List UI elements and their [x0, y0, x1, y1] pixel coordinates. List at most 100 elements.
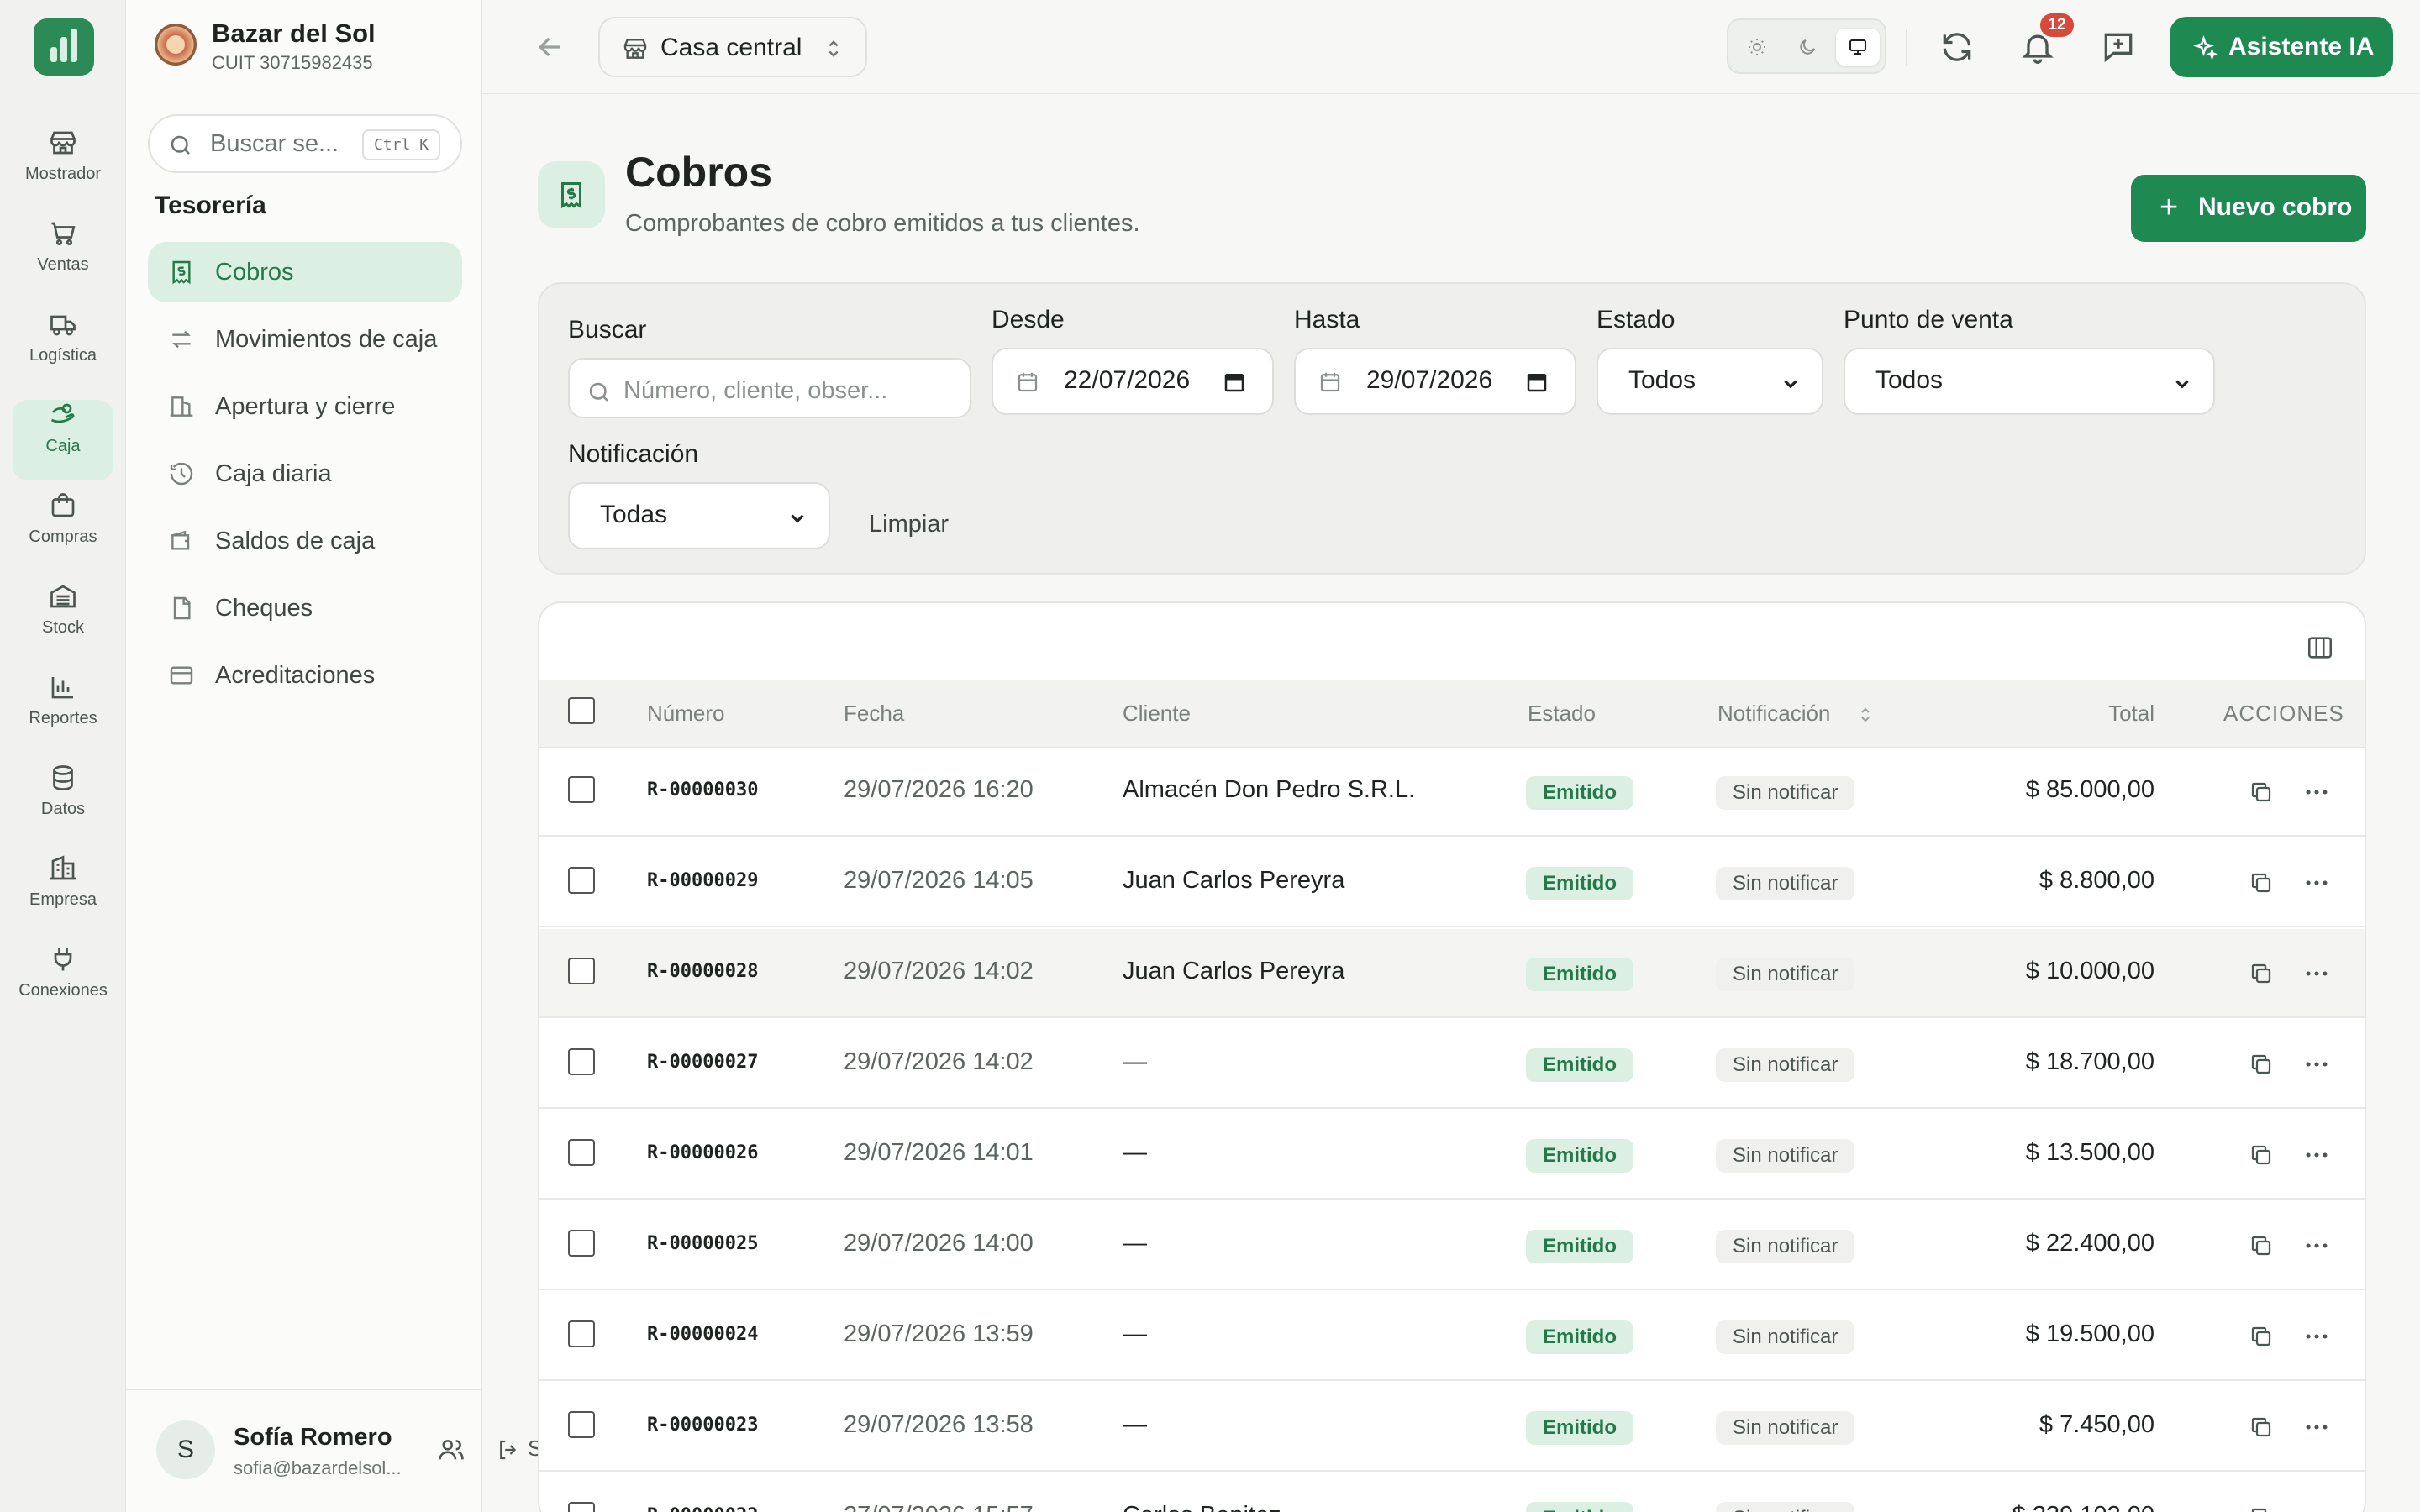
company-switcher[interactable]: Bazar del Sol CUIT 30715982435: [155, 18, 474, 76]
receipt-number[interactable]: R-00000030: [647, 780, 758, 801]
row-checkbox[interactable]: [568, 776, 595, 803]
status-label: Estado: [1597, 306, 1676, 333]
column-header-fecha[interactable]: Fecha: [844, 701, 904, 727]
table-row[interactable]: R-00000027 29/07/2026 14:02 — Emitido Sin no…: [539, 1020, 2365, 1109]
table-row[interactable]: R-00000030 29/07/2026 16:20 Almacén Don Pe…: [539, 748, 2365, 837]
more-options-icon[interactable]: [2302, 959, 2331, 988]
new-cobro-button[interactable]: + Nuevo cobro: [2131, 175, 2366, 242]
sidebar-item-cobros[interactable]: Cobros: [148, 242, 462, 302]
users-icon[interactable]: [437, 1436, 466, 1464]
clear-filters-button[interactable]: Limpiar: [869, 511, 949, 538]
table-row[interactable]: R-00000024 29/07/2026 13:59 — Emitido Sin no…: [539, 1292, 2365, 1381]
sidebar-item-movimientos-de-caja[interactable]: Movimientos de caja: [148, 309, 462, 370]
back-arrow-icon[interactable]: [534, 30, 567, 64]
row-checkbox[interactable]: [568, 958, 595, 984]
row-checkbox[interactable]: [568, 1230, 595, 1257]
row-checkbox[interactable]: [568, 1048, 595, 1075]
copy-icon[interactable]: [2249, 1233, 2274, 1258]
more-options-icon[interactable]: [2302, 1231, 2331, 1260]
copy-icon[interactable]: [2249, 1052, 2274, 1077]
sidebar-item-caja-diaria[interactable]: Caja diaria: [148, 444, 462, 504]
receipt-number[interactable]: R-00000023: [647, 1415, 758, 1436]
apertura-y-cierre-icon: [170, 396, 193, 417]
row-checkbox[interactable]: [568, 1320, 595, 1347]
sidebar-item-saldos-de-caja[interactable]: Saldos de caja: [148, 511, 462, 571]
more-options-icon[interactable]: [2302, 1322, 2331, 1351]
rail-item-mostrador[interactable]: Mostrador: [13, 128, 113, 208]
sidebar-search-input[interactable]: Buscar se... Ctrl K: [148, 114, 462, 173]
theme-light-button[interactable]: [1735, 29, 1779, 66]
branch-name: Casa central: [660, 34, 802, 61]
more-options-icon[interactable]: [2302, 1504, 2331, 1512]
to-date-input[interactable]: 29/07/2026: [1294, 348, 1576, 415]
rail-item-compras[interactable]: Compras: [13, 491, 113, 571]
calendar-picker-icon[interactable]: [1222, 370, 1247, 395]
row-checkbox[interactable]: [568, 1139, 595, 1166]
column-header-cliente[interactable]: Cliente: [1123, 701, 1191, 727]
column-header-total[interactable]: Total: [2108, 701, 2154, 727]
rail-item-log-stica[interactable]: Logística: [13, 309, 113, 390]
receipt-number[interactable]: R-00000029: [647, 870, 758, 891]
receipt-number[interactable]: R-00000028: [647, 961, 758, 982]
receipt-number[interactable]: R-00000026: [647, 1142, 758, 1163]
copy-icon[interactable]: [2249, 1324, 2274, 1349]
table-row[interactable]: R-00000023 29/07/2026 13:58 — Emitido Sin no…: [539, 1383, 2365, 1472]
more-options-icon[interactable]: [2302, 869, 2331, 897]
rail-item-ventas[interactable]: Ventas: [13, 218, 113, 299]
table-row[interactable]: R-00000025 29/07/2026 14:00 — Emitido Sin no…: [539, 1201, 2365, 1290]
sidebar-item-acreditaciones[interactable]: Acreditaciones: [148, 645, 462, 706]
column-header-notificacion[interactable]: Notificación: [1718, 701, 1830, 727]
sort-icon[interactable]: [1855, 702, 1876, 727]
row-checkbox[interactable]: [568, 1411, 595, 1438]
notification-select[interactable]: Todas: [568, 482, 830, 549]
rail-item-reportes[interactable]: Reportes: [13, 672, 113, 753]
app-logo-icon[interactable]: [34, 18, 94, 76]
copy-icon[interactable]: [2249, 961, 2274, 986]
receipt-icon: [538, 161, 605, 228]
copy-icon[interactable]: [2249, 1415, 2274, 1440]
branch-selector[interactable]: Casa central: [598, 17, 867, 77]
refresh-icon[interactable]: [1939, 29, 1975, 66]
receipt-number[interactable]: R-00000022: [647, 1505, 758, 1512]
copy-icon[interactable]: [2249, 780, 2274, 805]
from-date-input[interactable]: 22/07/2026: [992, 348, 1274, 415]
receipt-number[interactable]: R-00000025: [647, 1233, 758, 1254]
table-row[interactable]: R-00000028 29/07/2026 14:02 Juan Carlos Pe…: [539, 929, 2365, 1018]
table-row[interactable]: R-00000029 29/07/2026 14:05 Juan Carlos Pe…: [539, 838, 2365, 927]
sidebar-item-apertura-y-cierre[interactable]: Apertura y cierre: [148, 376, 462, 437]
status-select[interactable]: Todos: [1597, 348, 1823, 415]
table-row[interactable]: R-00000022 27/07/2026 15:57 Carlos Benitez…: [539, 1473, 2365, 1512]
rail-item-datos[interactable]: Datos: [13, 763, 113, 843]
column-header-numero[interactable]: Número: [647, 701, 724, 727]
receipt-number[interactable]: R-00000027: [647, 1052, 758, 1073]
calendar-picker-icon[interactable]: [1524, 370, 1549, 395]
theme-system-button[interactable]: [1836, 29, 1880, 66]
rail-item-stock[interactable]: Stock: [13, 581, 113, 662]
sidebar-item-cheques[interactable]: Cheques: [148, 578, 462, 638]
more-options-icon[interactable]: [2302, 1050, 2331, 1079]
row-checkbox[interactable]: [568, 867, 595, 894]
copy-icon[interactable]: [2249, 1142, 2274, 1168]
table-row[interactable]: R-00000026 29/07/2026 14:01 — Emitido Sin no…: [539, 1110, 2365, 1200]
avatar[interactable]: S: [156, 1420, 215, 1479]
search-input[interactable]: Número, cliente, obser...: [568, 358, 971, 418]
pos-select[interactable]: Todos: [1844, 348, 2215, 415]
copy-icon[interactable]: [2249, 870, 2274, 895]
receipt-total: $ 8.800,00: [2039, 867, 2154, 894]
select-all-checkbox[interactable]: [568, 697, 595, 724]
more-options-icon[interactable]: [2302, 1141, 2331, 1169]
columns-icon[interactable]: [2306, 633, 2334, 662]
ai-assistant-button[interactable]: Asistente IA: [2170, 17, 2393, 77]
rail-item-conexiones[interactable]: Conexiones: [13, 944, 113, 1025]
column-header-estado[interactable]: Estado: [1528, 701, 1596, 727]
row-checkbox[interactable]: [568, 1502, 595, 1512]
receipt-number[interactable]: R-00000024: [647, 1324, 758, 1345]
theme-dark-button[interactable]: [1786, 29, 1829, 66]
more-options-icon[interactable]: [2302, 778, 2331, 806]
status-badge: Emitido: [1526, 1320, 1634, 1354]
rail-item-caja[interactable]: Caja: [13, 400, 113, 480]
more-options-icon[interactable]: [2302, 1413, 2331, 1441]
feedback-icon[interactable]: [2100, 29, 2137, 66]
rail-item-empresa[interactable]: Empresa: [13, 853, 113, 934]
copy-icon[interactable]: [2249, 1505, 2274, 1512]
